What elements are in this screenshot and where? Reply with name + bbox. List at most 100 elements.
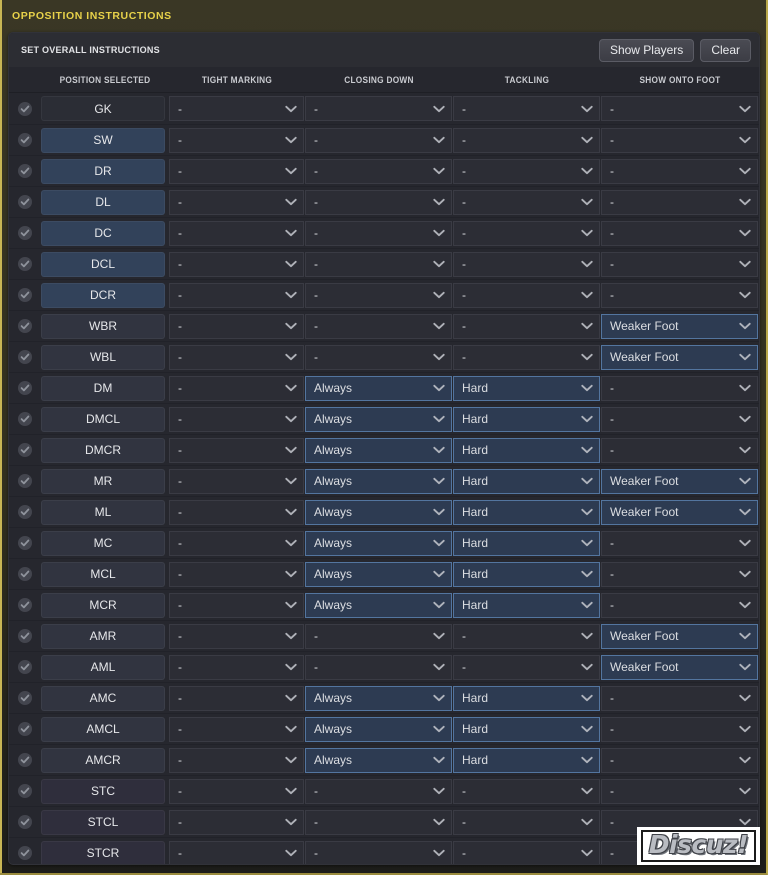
tight-marking-dropdown[interactable]: - <box>169 592 304 618</box>
tight-marking-dropdown[interactable]: - <box>169 561 304 587</box>
tackling-dropdown[interactable]: - <box>453 220 600 246</box>
tight-marking-dropdown[interactable]: - <box>169 313 304 339</box>
check-circle-icon[interactable] <box>18 195 32 209</box>
show-onto-foot-dropdown[interactable]: - <box>601 158 758 184</box>
show-onto-foot-dropdown[interactable]: - <box>601 96 758 121</box>
position-label-gk[interactable]: GK <box>41 96 165 121</box>
show-onto-foot-dropdown[interactable]: Weaker Foot <box>601 623 758 649</box>
position-label-mc[interactable]: MC <box>41 530 165 556</box>
show-onto-foot-dropdown[interactable]: - <box>601 375 758 401</box>
position-label-dr[interactable]: DR <box>41 158 165 184</box>
position-label-stcr[interactable]: STCR <box>41 840 165 864</box>
show-onto-foot-dropdown[interactable]: - <box>601 251 758 277</box>
tight-marking-dropdown[interactable]: - <box>169 251 304 277</box>
tight-marking-dropdown[interactable]: - <box>169 344 304 370</box>
closing-down-dropdown[interactable]: Always <box>305 716 452 742</box>
show-onto-foot-dropdown[interactable]: Weaker Foot <box>601 499 758 525</box>
clear-button[interactable]: Clear <box>700 38 751 62</box>
closing-down-dropdown[interactable]: - <box>305 282 452 308</box>
tackling-dropdown[interactable]: - <box>453 344 600 370</box>
closing-down-dropdown[interactable]: - <box>305 189 452 215</box>
check-circle-icon[interactable] <box>18 815 32 829</box>
tackling-dropdown[interactable]: Hard <box>453 499 600 525</box>
tackling-dropdown[interactable]: Hard <box>453 375 600 401</box>
tight-marking-dropdown[interactable]: - <box>169 809 304 835</box>
show-onto-foot-dropdown[interactable]: Weaker Foot <box>601 313 758 339</box>
position-label-wbl[interactable]: WBL <box>41 344 165 370</box>
show-onto-foot-dropdown[interactable]: - <box>601 282 758 308</box>
tackling-dropdown[interactable]: - <box>453 778 600 804</box>
closing-down-dropdown[interactable]: Always <box>305 592 452 618</box>
tackling-dropdown[interactable]: Hard <box>453 747 600 773</box>
show-players-button[interactable]: Show Players <box>598 38 695 62</box>
show-onto-foot-dropdown[interactable]: - <box>601 561 758 587</box>
check-circle-icon[interactable] <box>18 784 32 798</box>
tackling-dropdown[interactable]: - <box>453 282 600 308</box>
tight-marking-dropdown[interactable]: - <box>169 778 304 804</box>
check-circle-icon[interactable] <box>18 288 32 302</box>
check-circle-icon[interactable] <box>18 753 32 767</box>
tackling-dropdown[interactable]: - <box>453 313 600 339</box>
closing-down-dropdown[interactable]: Always <box>305 685 452 711</box>
show-onto-foot-dropdown[interactable]: - <box>601 747 758 773</box>
position-label-dl[interactable]: DL <box>41 189 165 215</box>
check-circle-icon[interactable] <box>18 691 32 705</box>
position-label-ml[interactable]: ML <box>41 499 165 525</box>
tackling-dropdown[interactable]: - <box>453 809 600 835</box>
closing-down-dropdown[interactable]: Always <box>305 530 452 556</box>
show-onto-foot-dropdown[interactable]: - <box>601 437 758 463</box>
position-label-wbr[interactable]: WBR <box>41 313 165 339</box>
position-label-dc[interactable]: DC <box>41 220 165 246</box>
position-label-stc[interactable]: STC <box>41 778 165 804</box>
position-label-dmcl[interactable]: DMCL <box>41 406 165 432</box>
tackling-dropdown[interactable]: Hard <box>453 406 600 432</box>
tight-marking-dropdown[interactable]: - <box>169 623 304 649</box>
tackling-dropdown[interactable]: - <box>453 127 600 153</box>
check-circle-icon[interactable] <box>18 474 32 488</box>
check-circle-icon[interactable] <box>18 226 32 240</box>
tight-marking-dropdown[interactable]: - <box>169 685 304 711</box>
closing-down-dropdown[interactable]: - <box>305 344 452 370</box>
position-label-dm[interactable]: DM <box>41 375 165 401</box>
tight-marking-dropdown[interactable]: - <box>169 96 304 121</box>
position-label-dcr[interactable]: DCR <box>41 282 165 308</box>
closing-down-dropdown[interactable]: Always <box>305 437 452 463</box>
closing-down-dropdown[interactable]: Always <box>305 468 452 494</box>
tight-marking-dropdown[interactable]: - <box>169 189 304 215</box>
tight-marking-dropdown[interactable]: - <box>169 654 304 680</box>
check-circle-icon[interactable] <box>18 598 32 612</box>
tight-marking-dropdown[interactable]: - <box>169 406 304 432</box>
tight-marking-dropdown[interactable]: - <box>169 282 304 308</box>
closing-down-dropdown[interactable]: Always <box>305 375 452 401</box>
show-onto-foot-dropdown[interactable]: - <box>601 685 758 711</box>
check-circle-icon[interactable] <box>18 505 32 519</box>
tackling-dropdown[interactable]: - <box>453 654 600 680</box>
tackling-dropdown[interactable]: - <box>453 96 600 121</box>
closing-down-dropdown[interactable]: Always <box>305 561 452 587</box>
check-circle-icon[interactable] <box>18 101 32 116</box>
closing-down-dropdown[interactable]: - <box>305 251 452 277</box>
show-onto-foot-dropdown[interactable]: - <box>601 406 758 432</box>
check-circle-icon[interactable] <box>18 412 32 426</box>
tight-marking-dropdown[interactable]: - <box>169 530 304 556</box>
position-label-mr[interactable]: MR <box>41 468 165 494</box>
check-circle-icon[interactable] <box>18 257 32 271</box>
closing-down-dropdown[interactable]: - <box>305 158 452 184</box>
show-onto-foot-dropdown[interactable]: - <box>601 778 758 804</box>
check-circle-icon[interactable] <box>18 660 32 674</box>
show-onto-foot-dropdown[interactable]: - <box>601 530 758 556</box>
closing-down-dropdown[interactable]: - <box>305 654 452 680</box>
check-circle-icon[interactable] <box>18 629 32 643</box>
tight-marking-dropdown[interactable]: - <box>169 158 304 184</box>
tackling-dropdown[interactable]: Hard <box>453 716 600 742</box>
tight-marking-dropdown[interactable]: - <box>169 375 304 401</box>
closing-down-dropdown[interactable]: Always <box>305 406 452 432</box>
closing-down-dropdown[interactable]: - <box>305 220 452 246</box>
check-circle-icon[interactable] <box>18 133 32 147</box>
position-label-amc[interactable]: AMC <box>41 685 165 711</box>
check-circle-icon[interactable] <box>18 319 32 333</box>
tackling-dropdown[interactable]: Hard <box>453 468 600 494</box>
tackling-dropdown[interactable]: Hard <box>453 685 600 711</box>
tackling-dropdown[interactable]: - <box>453 623 600 649</box>
tight-marking-dropdown[interactable]: - <box>169 840 304 864</box>
